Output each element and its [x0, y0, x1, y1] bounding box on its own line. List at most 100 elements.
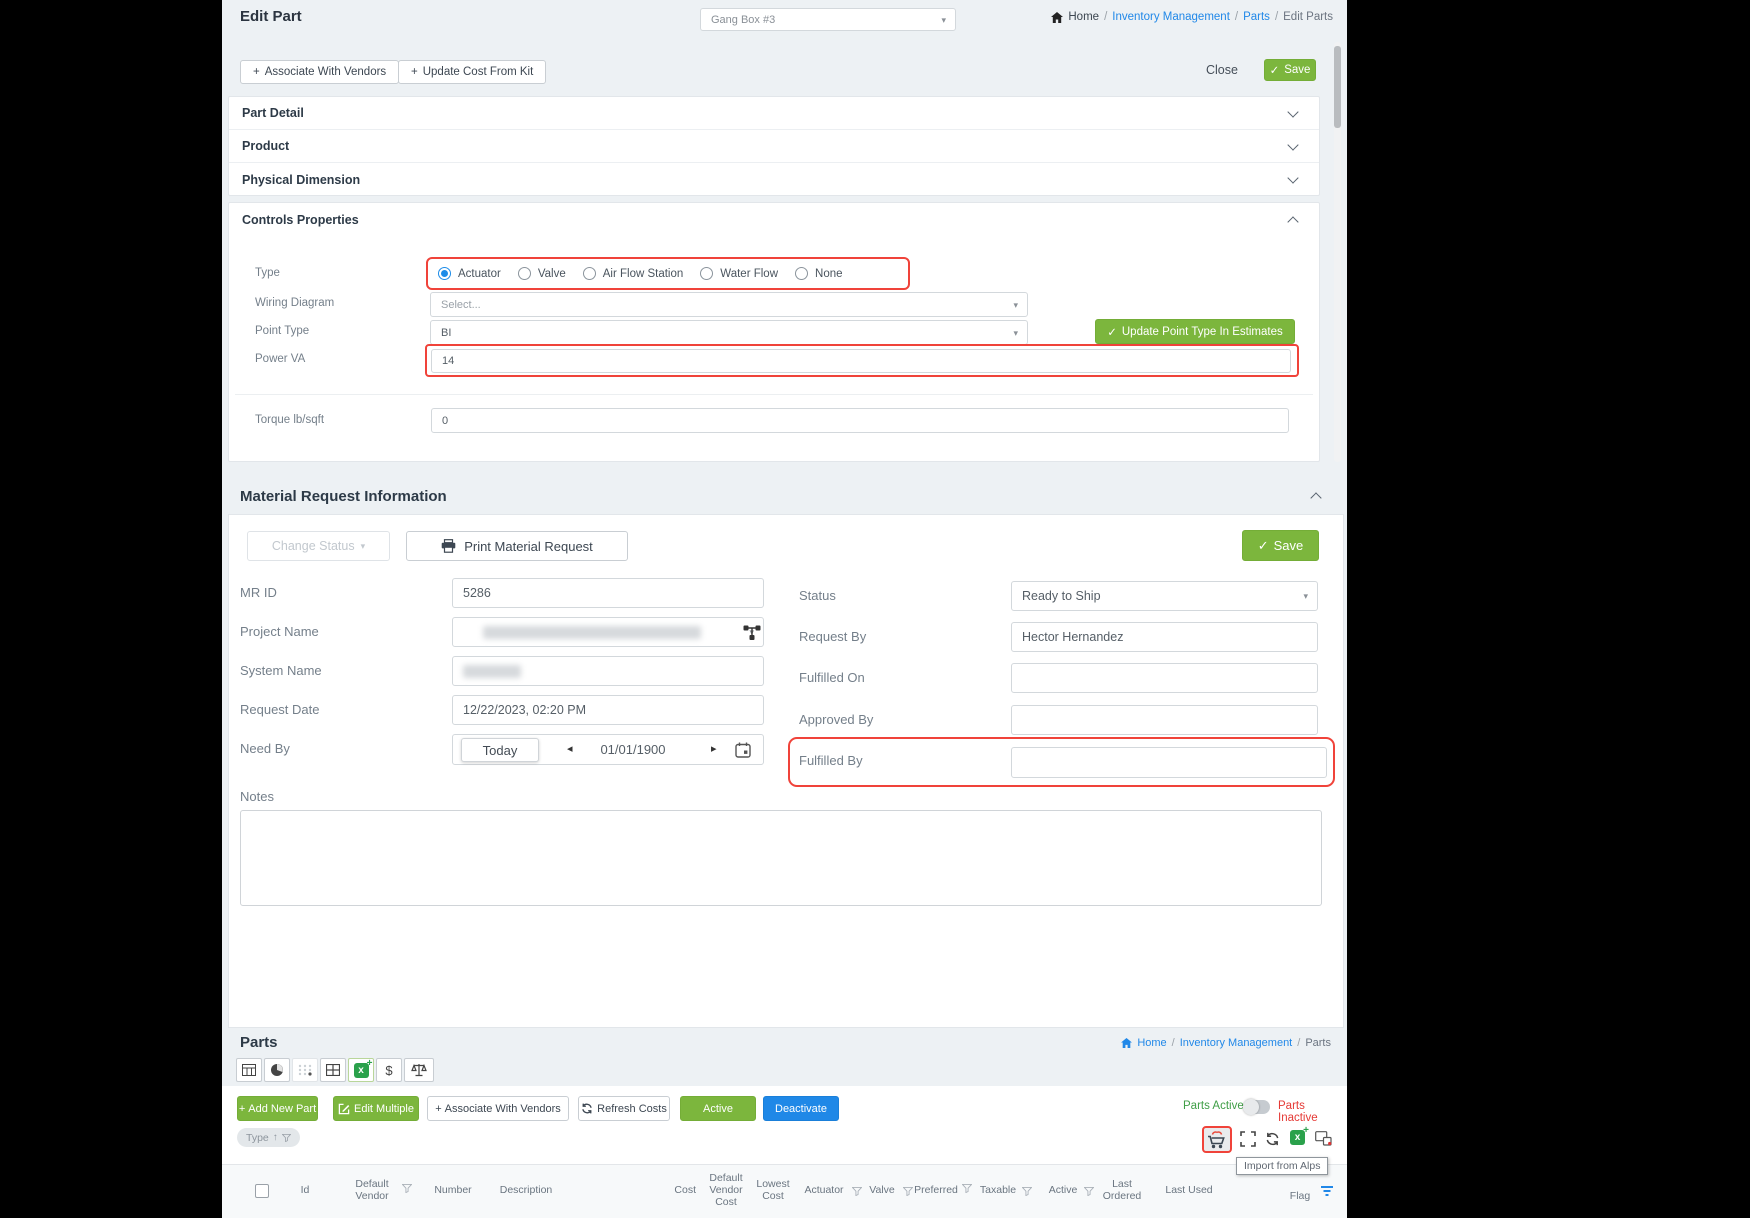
filter-icon-valve[interactable] [903, 1187, 913, 1196]
mr-id-value: 5286 [463, 586, 491, 600]
breadcrumb-home[interactable]: Home [1137, 1037, 1166, 1049]
edit-multiple-button[interactable]: Edit Multiple [333, 1096, 419, 1121]
refresh-grid-button[interactable] [1265, 1132, 1280, 1151]
radio-option-valve[interactable]: Valve [517, 267, 566, 280]
column-header-id[interactable]: Id [292, 1166, 318, 1214]
previous-day-icon[interactable]: ◂ [567, 742, 573, 755]
save-button-material-request[interactable]: ✓ Save [1242, 530, 1319, 561]
need-by-date-value[interactable]: 01/01/1900 [585, 742, 681, 757]
wiring-diagram-select[interactable]: Select... ▾ [430, 292, 1028, 317]
column-header-last-ordered[interactable]: Last Ordered [1098, 1166, 1146, 1214]
grid-view-button[interactable] [320, 1058, 346, 1082]
power-va-input[interactable]: 14 [431, 349, 1291, 373]
filter-icon-active[interactable] [1084, 1187, 1094, 1196]
notes-textarea[interactable] [240, 810, 1322, 906]
column-header-valve[interactable]: Valve [864, 1166, 900, 1214]
associate-with-vendors-label: Associate With Vendors [264, 66, 387, 78]
home-icon [1051, 11, 1064, 23]
table-icon [242, 1064, 256, 1076]
filter-icon-preferred[interactable] [962, 1184, 972, 1193]
column-header-default-vendor[interactable]: Default Vendor [348, 1166, 396, 1214]
import-from-alps-button[interactable] [1202, 1126, 1232, 1153]
section-part-detail-label: Part Detail [242, 106, 304, 120]
radio-option-air-flow-station[interactable]: Air Flow Station [582, 267, 683, 280]
parts-active-toggle[interactable] [1243, 1099, 1270, 1115]
filter-icon [281, 1133, 291, 1142]
section-controls-properties[interactable]: Controls Properties [229, 203, 1319, 236]
select-all-checkbox[interactable] [255, 1184, 269, 1198]
column-header-preferred[interactable]: Preferred [914, 1166, 958, 1214]
radio-option-actuator[interactable]: Actuator [438, 267, 501, 280]
filter-icon-actuator[interactable] [852, 1187, 862, 1196]
today-button[interactable]: Today [461, 738, 539, 762]
deactivate-button[interactable]: Deactivate [763, 1096, 839, 1121]
breadcrumb-home[interactable]: Home [1068, 11, 1099, 23]
column-header-taxable[interactable]: Taxable [976, 1166, 1020, 1214]
costs-button[interactable]: $ [376, 1058, 402, 1082]
edit-part-page: Edit Part Gang Box #3 ▾ Home / Inventory… [222, 0, 1347, 1218]
radio-option-water-flow[interactable]: Water Flow [700, 267, 778, 280]
scrollbar-track[interactable] [1334, 42, 1341, 462]
project-name-select[interactable]: ▾ [452, 617, 764, 647]
column-header-lowest-cost[interactable]: Lowest Cost [750, 1166, 796, 1214]
table-view-button[interactable] [236, 1058, 262, 1082]
column-header-number[interactable]: Number [426, 1166, 480, 1214]
column-header-default-vendor-cost[interactable]: Default Vendor Cost [702, 1166, 750, 1214]
breadcrumb-current: Parts [1305, 1037, 1331, 1049]
filter-menu-icon[interactable] [1320, 1185, 1334, 1197]
filter-icon-taxable[interactable] [1022, 1187, 1032, 1196]
scrollbar-thumb[interactable] [1334, 46, 1341, 128]
pivot-view-button[interactable] [292, 1058, 318, 1082]
update-cost-from-kit-button[interactable]: + Update Cost From Kit [398, 60, 547, 84]
calendar-icon[interactable] [735, 742, 751, 758]
point-type-select[interactable]: BI ▾ [430, 320, 1028, 345]
column-header-last-used[interactable]: Last Used [1160, 1166, 1218, 1214]
fulfilled-on-input[interactable] [1011, 663, 1318, 693]
change-status-button[interactable]: Change Status ▾ [247, 531, 390, 561]
export-excel-button[interactable]: x + [348, 1058, 374, 1082]
active-label: Active [703, 1102, 733, 1115]
fulfilled-by-input[interactable] [1011, 747, 1327, 778]
fullscreen-button[interactable] [1240, 1131, 1256, 1152]
section-part-detail[interactable]: Part Detail [229, 97, 1319, 130]
request-by-input[interactable]: Hector Hernandez [1011, 622, 1318, 652]
close-button[interactable]: Close [1206, 63, 1238, 77]
export-excel-grid-button[interactable]: x + [1290, 1125, 1309, 1145]
section-product[interactable]: Product [229, 130, 1319, 163]
breadcrumb-inventory-management[interactable]: Inventory Management [1180, 1037, 1293, 1049]
column-header-active[interactable]: Active [1044, 1166, 1082, 1214]
breadcrumb-inventory-management[interactable]: Inventory Management [1112, 11, 1230, 23]
system-name-input[interactable] [452, 656, 764, 686]
status-label: Status [799, 588, 836, 603]
print-material-request-button[interactable]: Print Material Request [406, 531, 628, 561]
mr-id-input[interactable]: 5286 [452, 578, 764, 608]
approved-by-input[interactable] [1011, 705, 1318, 735]
associate-with-vendors-label: Associate With Vendors [444, 1102, 561, 1115]
sort-chip-type[interactable]: Type ↑ [237, 1128, 300, 1147]
chevron-up-icon[interactable] [1310, 492, 1322, 504]
add-new-part-button[interactable]: + Add New Part [237, 1096, 318, 1121]
filter-icon-default-vendor[interactable] [402, 1184, 412, 1193]
breadcrumb-separator: / [1274, 11, 1279, 23]
export-window-button[interactable] [1315, 1131, 1332, 1151]
column-header-cost[interactable]: Cost [660, 1166, 696, 1214]
request-date-input[interactable]: 12/22/2023, 02:20 PM [452, 695, 764, 725]
radio-option-none[interactable]: None [795, 267, 843, 280]
chart-view-button[interactable] [264, 1058, 290, 1082]
associate-with-vendors-button[interactable]: + Associate With Vendors [240, 60, 400, 84]
hierarchy-icon[interactable] [743, 625, 761, 641]
column-header-actuator[interactable]: Actuator [800, 1166, 848, 1214]
save-button-top[interactable]: ✓ Save [1264, 59, 1316, 81]
column-header-description[interactable]: Description [490, 1166, 562, 1214]
next-day-icon[interactable]: ▸ [711, 742, 717, 755]
update-point-type-button[interactable]: ✓ Update Point Type In Estimates [1095, 319, 1295, 344]
section-physical-dimension[interactable]: Physical Dimension [229, 163, 1319, 196]
status-select[interactable]: Ready to Ship ▾ [1011, 581, 1318, 611]
active-button[interactable]: Active [680, 1096, 756, 1121]
part-selector-dropdown[interactable]: Gang Box #3 ▾ [700, 8, 956, 31]
compare-button[interactable] [404, 1058, 434, 1082]
torque-input[interactable]: 0 [431, 408, 1289, 433]
refresh-costs-button[interactable]: Refresh Costs [578, 1096, 670, 1121]
breadcrumb-parts[interactable]: Parts [1243, 11, 1270, 23]
associate-with-vendors-button-grid[interactable]: + Associate With Vendors [427, 1096, 569, 1121]
